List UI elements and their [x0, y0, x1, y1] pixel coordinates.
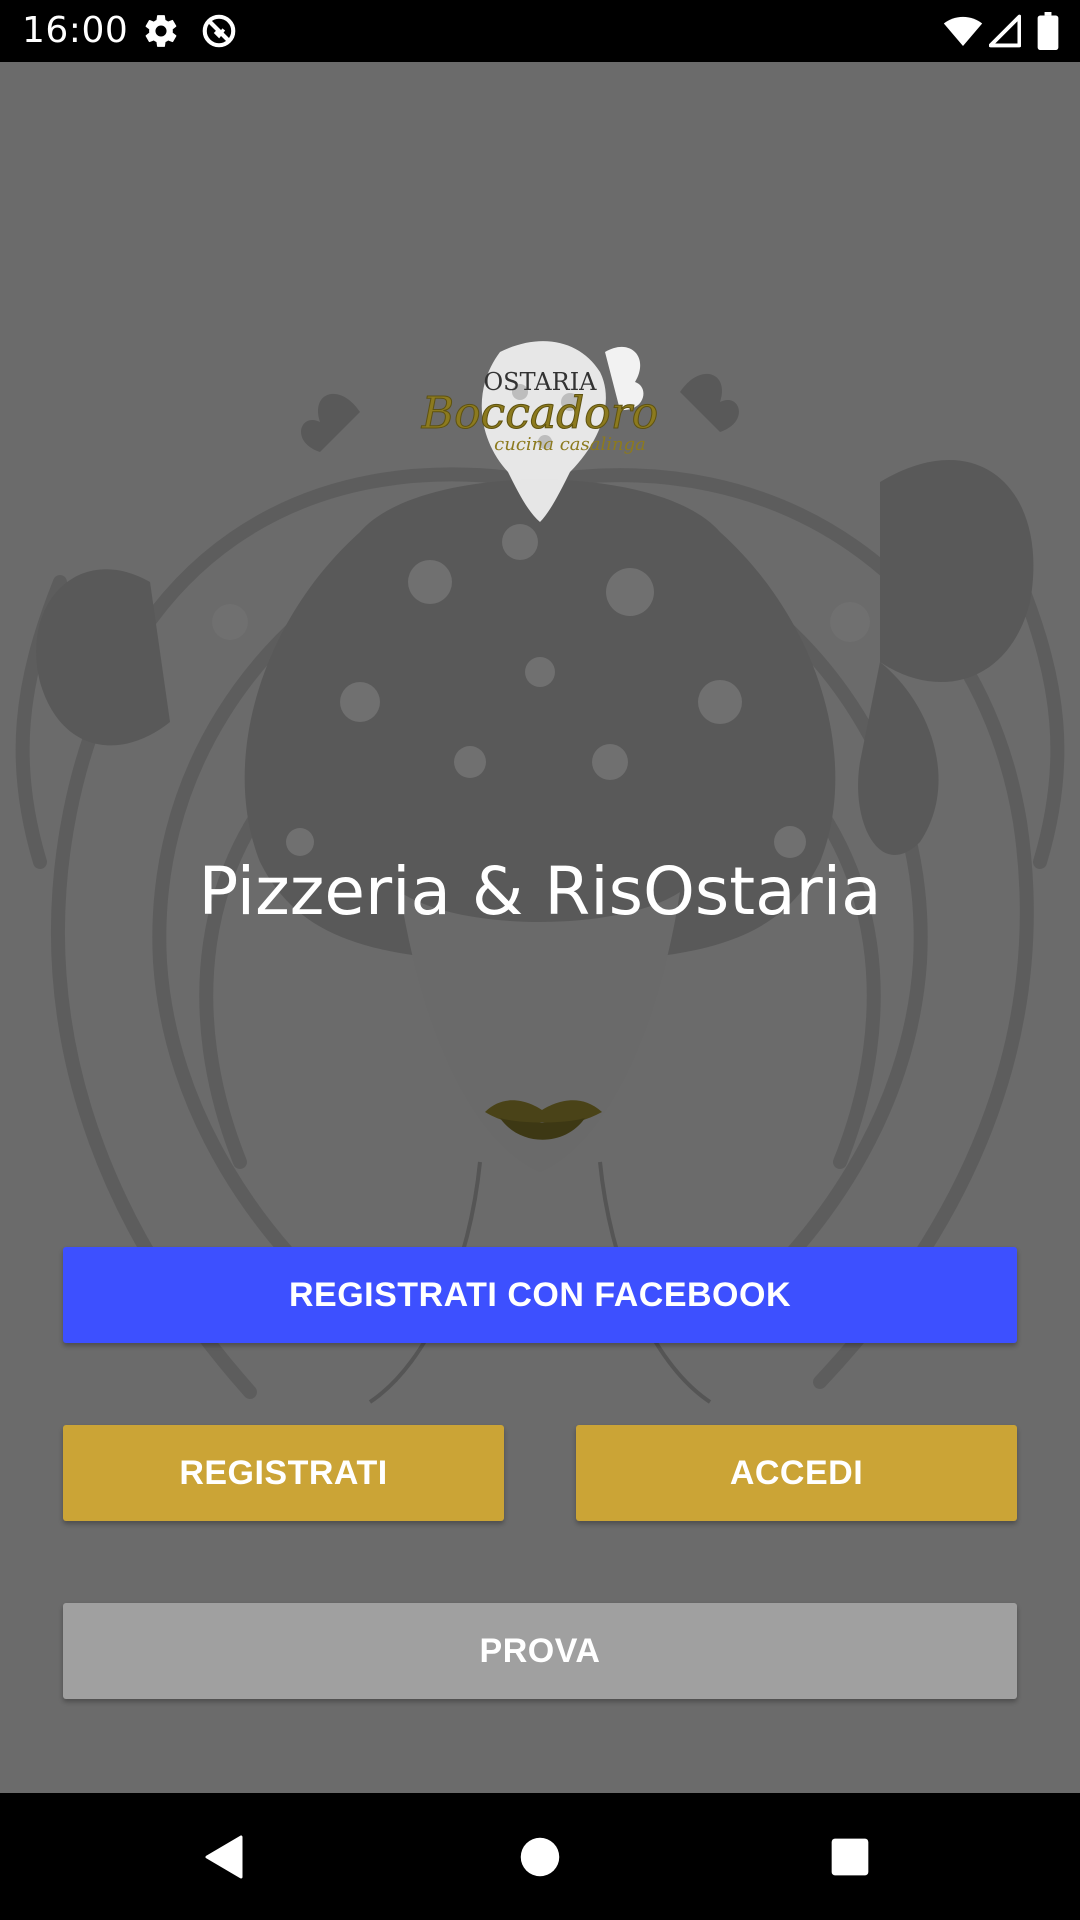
facebook-register-label: REGISTRATI CON FACEBOOK	[289, 1275, 791, 1314]
login-label: ACCEDI	[729, 1453, 864, 1492]
signal-icon	[988, 14, 1022, 53]
facebook-register-button[interactable]: REGISTRATI CON FACEBOOK	[63, 1247, 1017, 1343]
gear-icon	[142, 12, 180, 55]
logo-text-main: Boccadoro	[421, 388, 659, 439]
logo-text-sub: cucina casalinga	[494, 434, 646, 455]
login-button[interactable]: ACCEDI	[576, 1425, 1017, 1521]
page-title: Pizzeria & RisOstaria	[198, 853, 882, 930]
navigation-bar	[0, 1793, 1080, 1920]
try-button[interactable]: PROVA	[63, 1603, 1017, 1699]
battery-icon	[1037, 12, 1059, 55]
status-time: 16:00	[22, 10, 129, 51]
wifi-icon	[943, 14, 983, 53]
home-icon	[520, 1837, 560, 1876]
register-button[interactable]: REGISTRATI	[63, 1425, 504, 1521]
back-button[interactable]	[155, 1793, 295, 1920]
home-button[interactable]	[470, 1793, 610, 1920]
register-label: REGISTRATI	[179, 1453, 388, 1492]
recents-button[interactable]	[780, 1793, 920, 1920]
recents-icon	[831, 1838, 869, 1875]
sync-off-icon	[200, 12, 238, 55]
try-label: PROVA	[479, 1631, 601, 1670]
status-bar: 16:00	[0, 0, 1080, 62]
back-icon	[205, 1835, 243, 1878]
brand-logo: OSTARIA Boccadoro cucina casalinga	[400, 332, 680, 532]
welcome-screen: OSTARIA Boccadoro cucina casalinga Pizze…	[0, 62, 1080, 1793]
